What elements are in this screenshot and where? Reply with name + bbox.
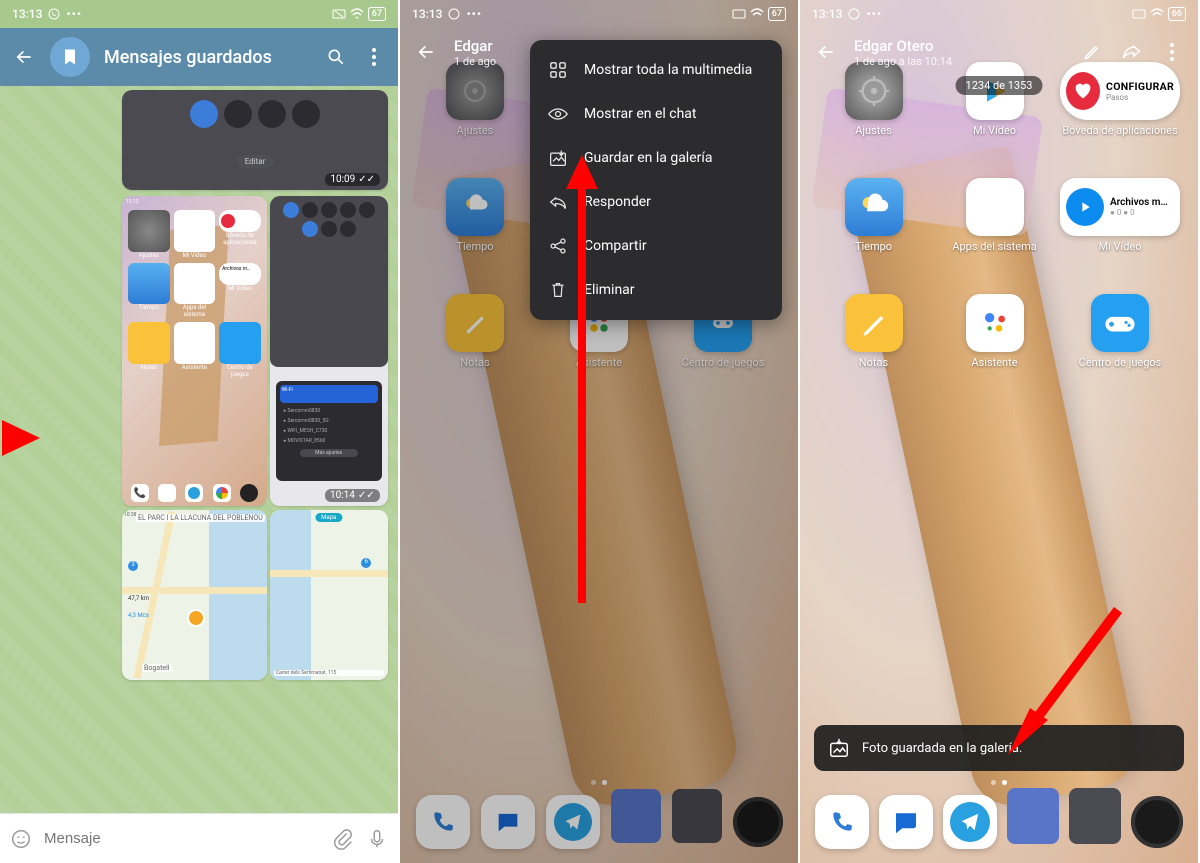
chat-body[interactable]: Editar 10:09✓✓ 13:13 Ajustes Mi Vídeo Bó… xyxy=(0,86,398,813)
message-input-bar xyxy=(0,813,398,863)
whatsapp-icon xyxy=(448,8,460,20)
msg-image-1[interactable]: Editar 10:09✓✓ xyxy=(122,90,388,190)
kebab-icon xyxy=(372,48,376,66)
msg-image-2a[interactable]: 13:13 Ajustes Mi Vídeo Bóveda de aplicac… xyxy=(122,196,267,506)
back-button[interactable] xyxy=(12,45,36,69)
msg-image-3a[interactable]: EL PARC I LA LLACUNA DEL POBLENOU Bogate… xyxy=(122,510,267,680)
msg-image-3b[interactable]: Mapa 6 Carrer dels Sertimanat, 115 xyxy=(270,510,388,680)
tutorial-arrow-1 xyxy=(2,420,40,456)
chat-title: Mensajes guardados xyxy=(104,47,310,68)
mic-icon[interactable] xyxy=(366,828,388,850)
menu-show-in-chat[interactable]: Mostrar en el chat xyxy=(530,92,782,136)
more-indicator: ••• xyxy=(66,7,82,21)
editar-label: Editar xyxy=(237,155,274,168)
screen-1: 13:13 ••• 67 Mensajes guardados xyxy=(0,0,400,863)
msg-image-2b[interactable]: Wi-Fi ▸ Sercomm0830 ▸ Sercomm0830_5G ▸ W… xyxy=(270,196,388,506)
back-arrow-icon xyxy=(14,47,34,67)
whatsapp-icon xyxy=(848,8,860,20)
app-notes[interactable]: Notas xyxy=(818,294,929,404)
search-button[interactable] xyxy=(324,45,348,69)
app-game-center[interactable]: Centro de juegos xyxy=(1060,294,1180,404)
whatsapp-icon xyxy=(48,8,60,20)
edit-button[interactable] xyxy=(1080,40,1104,64)
wifi-icon xyxy=(350,8,364,20)
screen-2: 13:13 ••• 67 Edgar 1 de ago Ajustes Tiem… xyxy=(400,0,800,863)
menu-delete[interactable]: Eliminar xyxy=(530,268,782,312)
grid-icon xyxy=(548,60,568,80)
widget-files[interactable]: Archivos m…● 0 ● 0 Mi Vídeo xyxy=(1060,178,1180,288)
app-weather[interactable]: Tiempo xyxy=(818,178,929,288)
save-image-icon xyxy=(548,148,568,168)
dock-phone[interactable] xyxy=(815,795,869,849)
widget-configure[interactable]: CONFIGURARPasos Bóveda de aplicaciones xyxy=(1060,62,1180,172)
telegram-header: Mensajes guardados xyxy=(0,28,398,86)
app-assistant[interactable]: Asistente xyxy=(939,294,1050,404)
photo-counter: 1234 de 1353 xyxy=(956,76,1043,95)
status-bar: 13:13 ••• 67 xyxy=(400,0,798,28)
tutorial-arrow-3 xyxy=(998,600,1138,774)
dock-telegram[interactable] xyxy=(943,795,997,849)
menu-button[interactable] xyxy=(1160,40,1184,64)
status-bar: 13:13 ••• 66 xyxy=(800,0,1198,28)
menu-share[interactable]: Compartir xyxy=(530,224,782,268)
back-button[interactable] xyxy=(814,40,838,64)
app-settings[interactable]: Ajustes xyxy=(818,62,929,172)
status-time: 13:13 xyxy=(12,7,42,21)
emoji-icon[interactable] xyxy=(10,828,32,850)
menu-show-all-media[interactable]: Mostrar toda la multimedia xyxy=(530,48,782,92)
dock-messages[interactable] xyxy=(879,795,933,849)
gallery-save-icon xyxy=(828,737,850,759)
dock xyxy=(810,787,1188,857)
reply-icon xyxy=(548,192,568,212)
chat-avatar[interactable] xyxy=(50,37,90,77)
screen-3: 13:13 ••• 66 Edgar Otero 1 de ago a las … xyxy=(800,0,1200,863)
forward-button[interactable] xyxy=(1120,40,1144,64)
mute-icon xyxy=(332,9,346,19)
dock-camera[interactable] xyxy=(1131,796,1183,848)
message-input[interactable] xyxy=(44,830,320,847)
battery-level: 67 xyxy=(368,7,386,21)
menu-button[interactable] xyxy=(362,45,386,69)
status-bar: 13:13 ••• 67 xyxy=(0,0,398,28)
eye-icon xyxy=(548,104,568,124)
back-button[interactable] xyxy=(414,40,438,64)
app-system-apps[interactable]: Apps del sistema xyxy=(939,178,1050,288)
share-icon xyxy=(548,236,568,256)
search-icon xyxy=(326,47,346,67)
trash-icon xyxy=(548,280,568,300)
bookmark-icon xyxy=(60,47,80,67)
photo-viewer-header: Edgar Otero 1 de ago a las 10:14 xyxy=(800,28,1198,76)
attach-icon[interactable] xyxy=(332,828,354,850)
